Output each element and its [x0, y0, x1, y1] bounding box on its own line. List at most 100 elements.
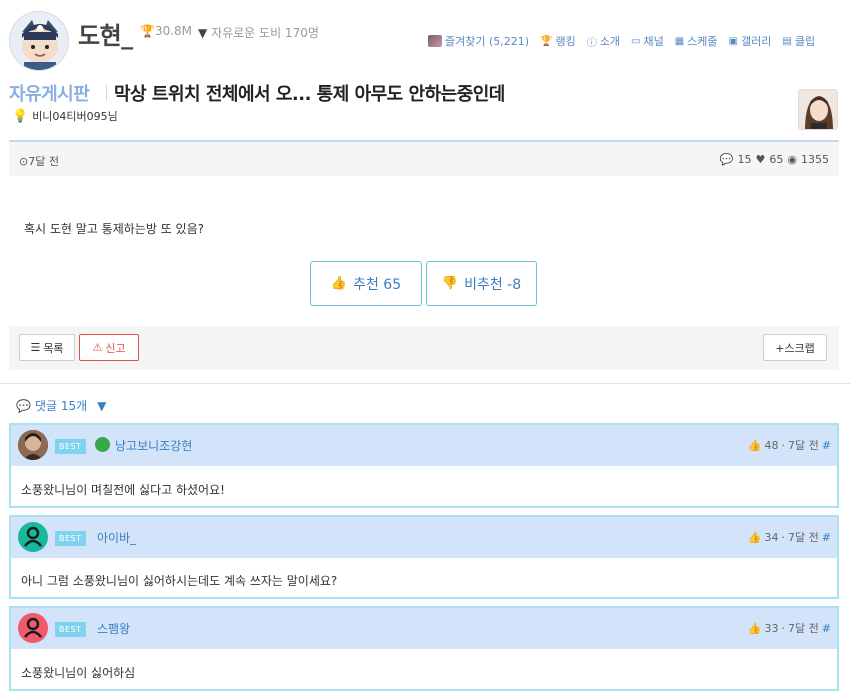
streamer-avatar[interactable] — [9, 11, 69, 71]
author-profile-image[interactable] — [798, 89, 838, 130]
comment-text: 아니 그럼 소풍왔니님이 싫어하시는데도 계속 쓰자는 말이세요? — [21, 574, 338, 588]
nav-favorite[interactable]: 즐겨찾기 (5,221) — [428, 33, 529, 49]
title-divider — [106, 84, 107, 101]
downvote-button[interactable]: 👎 비추천 -8 — [426, 261, 537, 306]
info-icon: ⓘ — [586, 37, 597, 49]
thumbs-up-icon[interactable]: 👍 — [748, 531, 762, 544]
post-action-bar: ☰ 목록 ⚠ 신고 +스크랩 — [9, 326, 839, 370]
commenter-name[interactable]: 스팸왕 — [97, 620, 130, 637]
comment-item: BEST 낭고보니조강현 👍 48 · 7달 전 # 소풍왔니님이 며칠전에 싫… — [9, 423, 839, 508]
thumbs-up-icon[interactable]: 👍 — [748, 622, 762, 635]
comment-bubble-icon: 💬 — [16, 398, 31, 413]
comment-text: 소풍왔니님이 며칠전에 싫다고 하셨어요! — [21, 483, 225, 497]
nav-favorite-label: 즐겨찾기 (5,221) — [445, 35, 530, 48]
comment-time: 7달 전 — [788, 622, 819, 635]
follower-count: ▼ 자유로운 도비 170명 — [198, 24, 319, 41]
post-stats: 💬 15 ♥ 65 ◉ 1355 — [720, 153, 829, 166]
streamer-avatar-image — [10, 12, 68, 70]
caret-down-icon: ▼ — [97, 398, 107, 413]
list-icon: ☰ — [30, 341, 41, 354]
scrap-button-label: +스크랩 — [775, 341, 815, 355]
comment-item: BEST 아이바_ 👍 34 · 7달 전 # 아니 그럼 소풍왔니님이 싫어하… — [9, 515, 839, 599]
post-container: ⊙7달 전 💬 15 ♥ 65 ◉ 1355 혹시 도현 말고 통제하는방 또 있음?… — [9, 140, 839, 370]
meta-separator: · — [781, 438, 786, 452]
comment-time: 7달 전 — [788, 531, 819, 544]
post-author[interactable]: 💡 비니04티버095님 — [12, 108, 118, 124]
nav-about[interactable]: ⓘ 소개 — [587, 33, 620, 49]
thumbs-up-icon[interactable]: 👍 — [748, 439, 762, 452]
calendar-icon: ▦ — [674, 35, 685, 47]
comment-like-count: 34 — [764, 530, 779, 544]
commenter-avatar[interactable] — [18, 613, 48, 643]
commenter-name[interactable]: 낭고보니조강현 — [115, 437, 192, 454]
trophy-count-value: 30.8M — [154, 24, 193, 38]
comment-header: BEST 스팸왕 👍 33 · 7달 전 # — [11, 608, 837, 649]
comment-meta: 👍 33 · 7달 전 # — [748, 620, 831, 636]
comment-icon: 💬 — [719, 153, 734, 166]
default-user-icon — [24, 526, 42, 547]
trophy-count: 🏆30.8M — [140, 24, 192, 38]
nav-clip[interactable]: ▤ 클립 — [782, 33, 815, 49]
upvote-label: 추천 65 — [353, 276, 402, 293]
best-badge: BEST — [55, 531, 86, 546]
comment-permalink[interactable]: # — [822, 439, 831, 452]
post-view-count: 1355 — [801, 153, 829, 166]
author-profile-picture — [799, 90, 837, 129]
post-meta-bar: ⊙7달 전 💬 15 ♥ 65 ◉ 1355 — [9, 142, 839, 176]
report-button[interactable]: ⚠ 신고 — [79, 334, 139, 361]
comment-time: 7달 전 — [788, 439, 819, 452]
streamer-name[interactable]: 도현_ — [78, 16, 133, 51]
section-divider — [0, 383, 850, 384]
comment-meta: 👍 48 · 7달 전 # — [748, 437, 831, 453]
best-badge: BEST — [55, 439, 86, 454]
comment-like-count: 48 — [764, 438, 779, 452]
nav-channel[interactable]: ▭ 채널 — [631, 33, 664, 49]
nav-ranking[interactable]: 🏆 랭킹 — [540, 33, 576, 49]
thumbs-up-icon: 👍 — [330, 276, 348, 291]
default-user-icon — [24, 617, 42, 638]
post-time-value: 7달 전 — [28, 155, 59, 168]
nav-schedule[interactable]: ▦ 스케줄 — [675, 33, 718, 49]
follower-count-value: 자유로운 도비 170명 — [211, 26, 319, 40]
meta-separator: · — [781, 621, 786, 635]
lightbulb-icon: 💡 — [12, 108, 29, 124]
commenter-photo — [18, 430, 48, 460]
comment-permalink[interactable]: # — [822, 622, 831, 635]
comment-meta: 👍 34 · 7달 전 # — [748, 529, 831, 545]
clock-icon: ⊙ — [19, 155, 29, 168]
report-button-label: 신고 — [105, 341, 126, 355]
commenter-name[interactable]: 아이바_ — [97, 529, 136, 546]
upvote-button[interactable]: 👍 추천 65 — [310, 261, 422, 306]
commenter-avatar[interactable] — [18, 522, 48, 552]
image-icon: ▣ — [728, 35, 738, 47]
thumbs-down-icon: 👎 — [441, 276, 459, 291]
list-button-label: 목록 — [43, 341, 64, 355]
comment-permalink[interactable]: # — [822, 531, 831, 544]
comments-count-label: 댓글 15개 — [34, 399, 88, 413]
trophy-icon: 🏆 — [140, 24, 155, 38]
board-name[interactable]: 자유게시판 — [9, 80, 90, 106]
film-icon: ▤ — [782, 35, 792, 47]
post-comment-count: 15 — [737, 153, 752, 166]
nav-clip-label: 클립 — [794, 35, 816, 48]
comment-item: BEST 스팸왕 👍 33 · 7달 전 # 소풍왔니님이 싫어하심 — [9, 606, 839, 691]
comment-like-count: 33 — [764, 621, 779, 635]
post-title: 막상 트위치 전체에서 오... 통제 아무도 안하는중인데 — [114, 84, 505, 105]
comments-toggle[interactable]: 💬 댓글 15개 ▼ — [16, 397, 106, 414]
scrap-button[interactable]: +스크랩 — [763, 334, 827, 361]
chat-icon: ▭ — [631, 35, 641, 47]
eye-icon: ◉ — [787, 153, 797, 166]
nav-about-label: 소개 — [599, 35, 621, 48]
nav-channel-label: 채널 — [643, 35, 664, 48]
list-button[interactable]: ☰ 목록 — [19, 334, 75, 361]
commenter-avatar[interactable] — [18, 430, 48, 460]
trophy-icon: 🏆 — [540, 35, 553, 47]
nav-schedule-label: 스케줄 — [687, 35, 718, 48]
nav-gallery[interactable]: ▣ 갤러리 — [729, 33, 772, 49]
post-body: 혹시 도현 말고 통제하는방 또 있음? — [24, 222, 205, 236]
favorite-thumb-icon — [428, 35, 442, 47]
mask-icon: ▼ — [198, 26, 208, 40]
post-author-name: 비니04티버095님 — [32, 110, 118, 123]
nav-gallery-label: 갤러리 — [741, 35, 772, 48]
comment-header: BEST 아이바_ 👍 34 · 7달 전 # — [11, 517, 837, 558]
